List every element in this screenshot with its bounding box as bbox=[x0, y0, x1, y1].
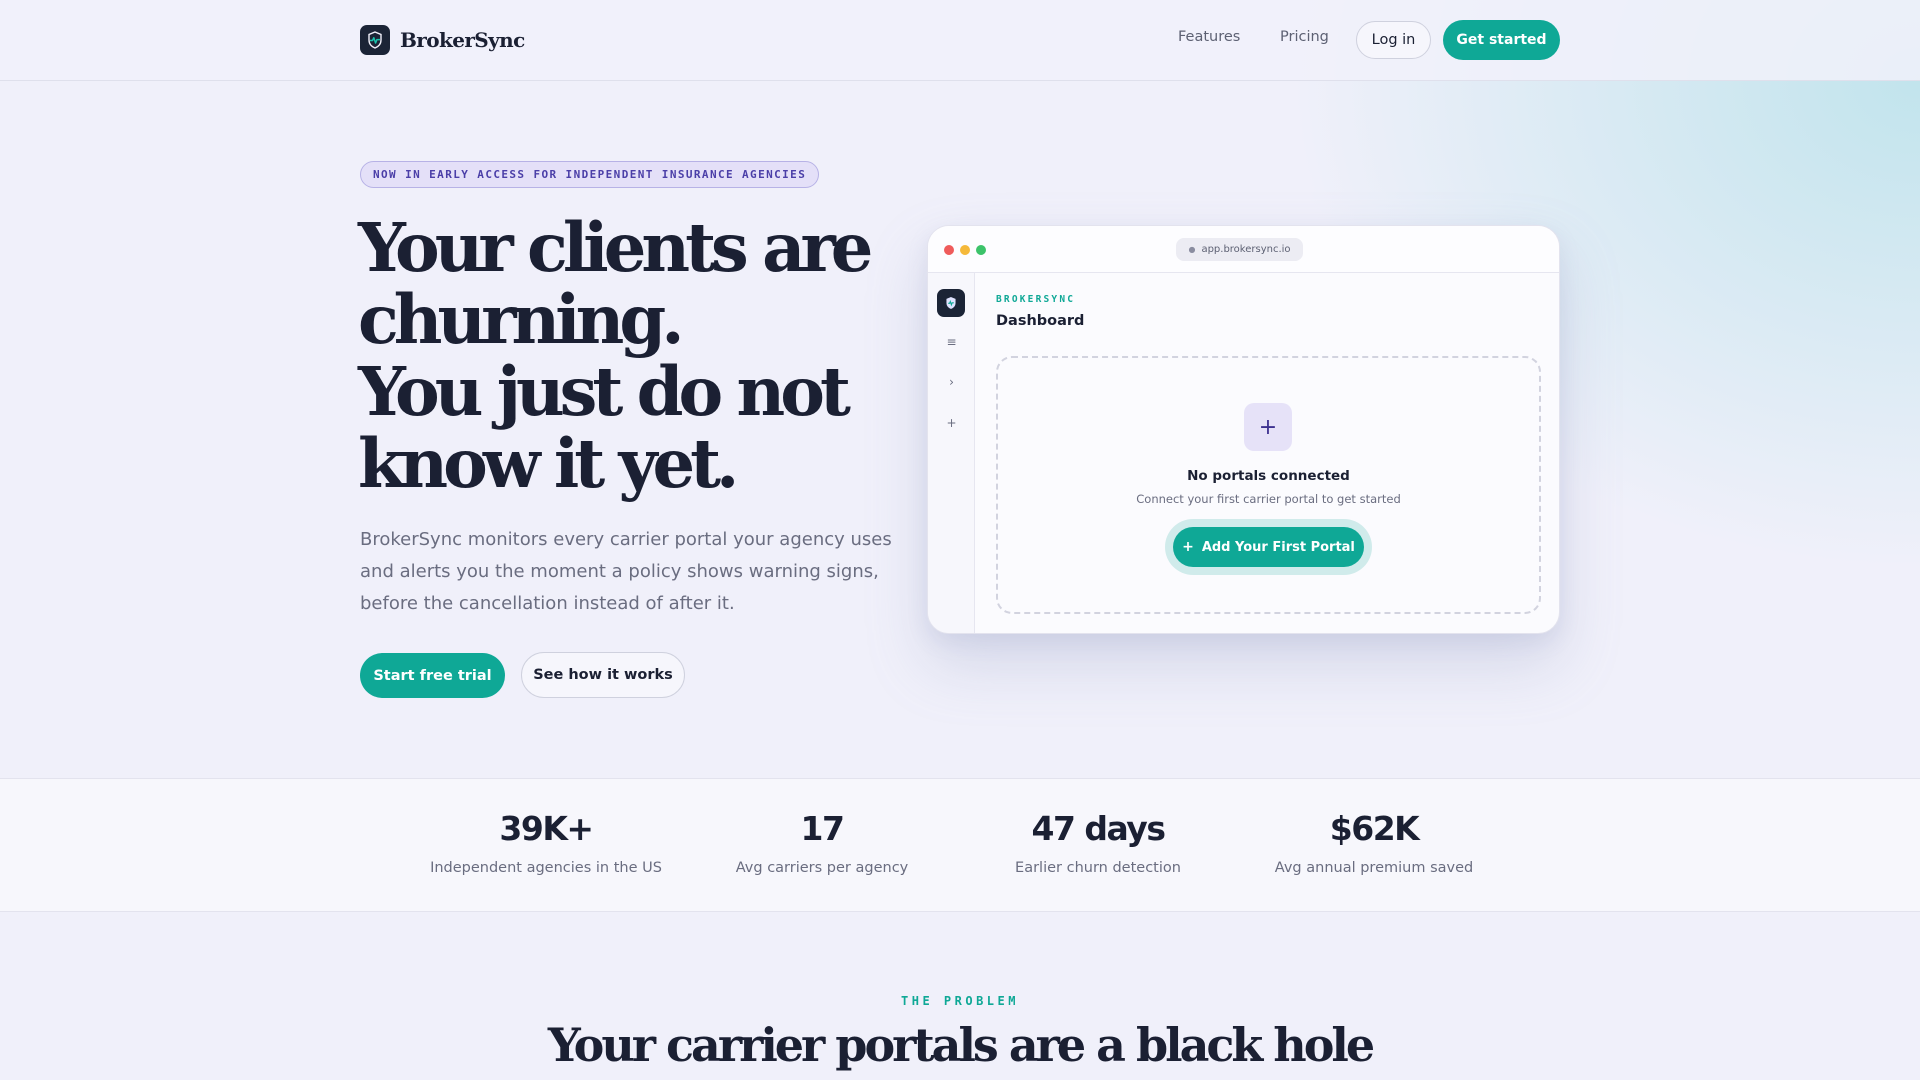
nav-link-features[interactable]: Features bbox=[1178, 29, 1240, 45]
login-button[interactable]: Log in bbox=[1356, 21, 1431, 59]
window-maximize-dot bbox=[976, 245, 986, 255]
menu-icon: ≡ bbox=[946, 335, 957, 349]
stat-value: 39K+ bbox=[499, 809, 594, 848]
window-close-dot bbox=[944, 245, 954, 255]
stat-item: 17 Avg carriers per agency bbox=[684, 809, 960, 876]
app-preview-window: ● app.brokersync.io ≡ › + BROKERSYNC Das… bbox=[927, 225, 1560, 634]
stat-label: Earlier churn detection bbox=[1015, 860, 1181, 876]
stat-label: Avg carriers per agency bbox=[735, 860, 909, 876]
hero-headline: Your clients are churning. You just do n… bbox=[358, 212, 918, 500]
stat-value: 47 days bbox=[1031, 809, 1166, 848]
add-first-portal-label: Add Your First Portal bbox=[1201, 539, 1355, 555]
add-portal-plus-icon: + bbox=[1244, 403, 1292, 451]
empty-portals-dropzone: + No portals connected Connect your firs… bbox=[996, 356, 1541, 614]
top-nav: BrokerSync Features Pricing Log in Get s… bbox=[0, 0, 1920, 81]
brand-name: BrokerSync bbox=[400, 28, 525, 52]
pulse-shield-icon bbox=[360, 25, 390, 55]
headline-line: You just do not bbox=[358, 352, 851, 431]
stat-label: Independent agencies in the US bbox=[430, 860, 662, 876]
stat-value: $62K bbox=[1329, 809, 1420, 848]
empty-state-title: No portals connected bbox=[1187, 468, 1350, 484]
preview-eyebrow: BROKERSYNC bbox=[996, 294, 1076, 305]
see-how-it-works-button[interactable]: See how it works bbox=[521, 652, 685, 698]
stat-item: 39K+ Independent agencies in the US bbox=[408, 809, 684, 876]
shield-icon bbox=[937, 289, 965, 317]
stat-item: $62K Avg annual premium saved bbox=[1236, 809, 1512, 876]
brand-logo[interactable]: BrokerSync bbox=[360, 25, 525, 55]
url-text: app.brokersync.io bbox=[1201, 244, 1291, 255]
early-access-badge: NOW IN EARLY ACCESS FOR INDEPENDENT INSU… bbox=[360, 161, 820, 188]
plus-icon: + bbox=[1182, 539, 1194, 555]
stat-label: Avg annual premium saved bbox=[1274, 860, 1474, 876]
lock-icon: ● bbox=[1188, 245, 1196, 254]
preview-sidebar: ≡ › + bbox=[928, 273, 975, 633]
get-started-button[interactable]: Get started bbox=[1443, 20, 1560, 60]
problem-heading: Your carrier portals are a black hole bbox=[547, 1018, 1375, 1072]
stat-item: 47 days Earlier churn detection bbox=[960, 809, 1236, 876]
add-first-portal-button[interactable]: + Add Your First Portal bbox=[1173, 527, 1364, 567]
start-free-trial-button[interactable]: Start free trial bbox=[360, 653, 505, 698]
chevron-right-icon: › bbox=[949, 375, 954, 389]
nav-link-pricing[interactable]: Pricing bbox=[1280, 29, 1329, 45]
stats-band: 39K+ Independent agencies in the US 17 A… bbox=[0, 778, 1920, 912]
preview-title: Dashboard bbox=[996, 313, 1085, 329]
browser-bar: ● app.brokersync.io bbox=[928, 226, 1559, 273]
problem-eyebrow: THE PROBLEM bbox=[901, 994, 1019, 1008]
plus-icon: + bbox=[946, 416, 957, 430]
headline-line: Your clients are bbox=[358, 208, 873, 287]
url-bar: ● app.brokersync.io bbox=[1176, 238, 1303, 261]
stat-value: 17 bbox=[800, 809, 845, 848]
headline-line: know it yet. bbox=[358, 424, 739, 503]
hero-description: BrokerSync monitors every carrier portal… bbox=[360, 529, 892, 614]
window-minimize-dot bbox=[960, 245, 970, 255]
headline-line: churning. bbox=[358, 280, 685, 359]
empty-state-subtitle: Connect your first carrier portal to get… bbox=[1136, 492, 1401, 506]
